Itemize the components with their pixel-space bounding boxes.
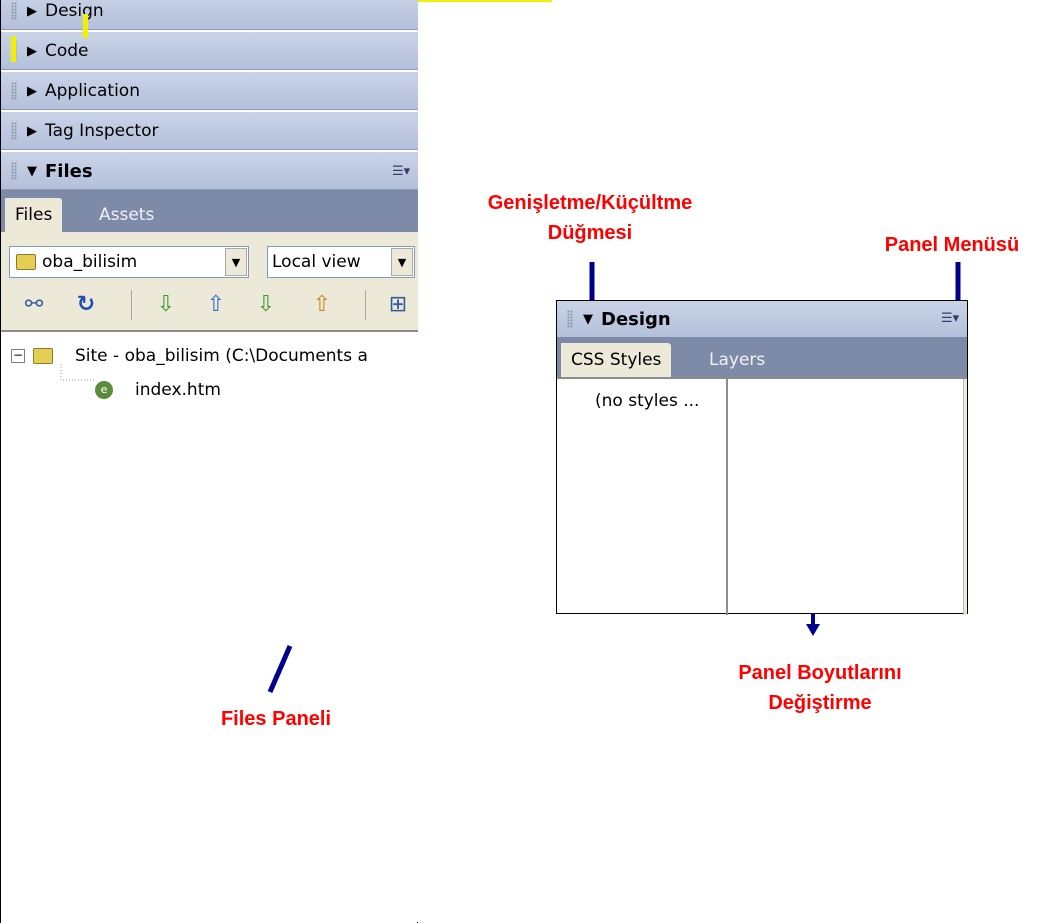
gripper-icon[interactable] bbox=[567, 310, 573, 328]
design-panel: ▼ Design ☰▾ CSS Styles Layers (no styles… bbox=[556, 300, 968, 615]
tab-css-styles[interactable]: CSS Styles bbox=[561, 343, 672, 377]
design-panel-body: (no styles ... bbox=[557, 377, 967, 615]
tab-layers[interactable]: Layers bbox=[699, 343, 775, 377]
styles-list-item[interactable]: (no styles ... bbox=[595, 391, 699, 411]
pointer-files-panel bbox=[267, 645, 293, 693]
design-tab-strip: CSS Styles Layers bbox=[557, 337, 967, 377]
pane-divider[interactable] bbox=[726, 379, 728, 615]
resize-arrow-down-icon bbox=[806, 624, 820, 636]
scrollbar[interactable] bbox=[963, 379, 967, 615]
design-panel-header[interactable]: ▼ Design ☰▾ bbox=[557, 301, 967, 337]
panel-menu-icon[interactable]: ☰▾ bbox=[941, 311, 959, 327]
design-panel-title: Design bbox=[601, 308, 671, 330]
collapse-arrow-icon[interactable]: ▼ bbox=[583, 312, 593, 327]
stage: ▶ Design ▶ Code ▶ Application ▶ Tag Insp… bbox=[0, 0, 1053, 923]
